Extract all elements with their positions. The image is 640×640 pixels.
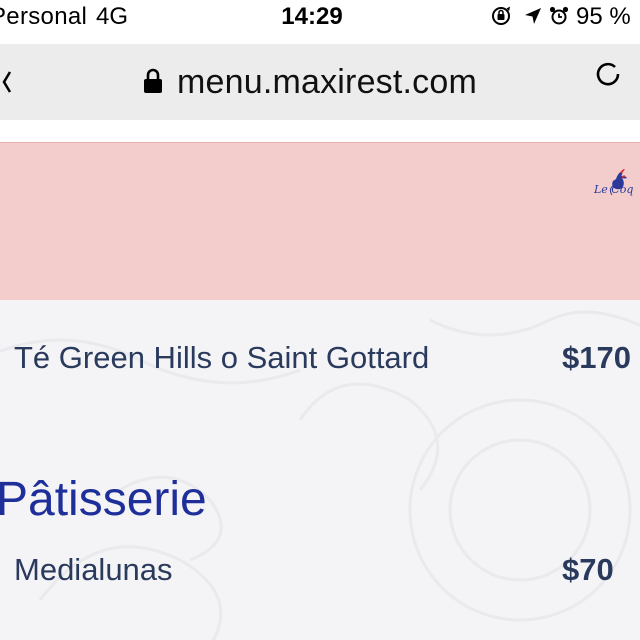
alarm-icon bbox=[549, 6, 569, 25]
menu-item-price: $70 bbox=[562, 552, 614, 587]
logo-lettering: Le Coq bbox=[593, 183, 633, 196]
section-title: Pâtisserie bbox=[0, 473, 207, 526]
status-bar: Personal 4G 14:29 95 % bbox=[0, 0, 640, 36]
lock-icon bbox=[143, 68, 162, 93]
address-bar[interactable]: menu.maxirest.com bbox=[0, 44, 640, 120]
menu-item-name: Té Green Hills o Saint Gottard bbox=[14, 340, 430, 375]
url-text[interactable]: menu.maxirest.com bbox=[177, 63, 477, 102]
browser-toolbar: menu.maxirest.com bbox=[0, 36, 640, 126]
address-content[interactable]: menu.maxirest.com bbox=[0, 44, 620, 120]
rotation-lock-icon bbox=[492, 6, 511, 25]
battery-percentage: 95 % bbox=[576, 3, 631, 30]
restaurant-banner: Le Coq bbox=[0, 142, 640, 300]
menu-content: Té Green Hills o Saint Gottard $170 Pâti… bbox=[0, 300, 640, 640]
reload-icon[interactable] bbox=[592, 58, 624, 90]
menu-item-name: Medialunas bbox=[14, 552, 173, 587]
page-top-strip bbox=[0, 126, 640, 142]
menu-item[interactable]: Medialunas $70 bbox=[14, 552, 640, 596]
location-arrow-icon bbox=[525, 8, 541, 24]
menu-item-price: $170 bbox=[562, 340, 631, 375]
menu-item[interactable]: Té Green Hills o Saint Gottard $170 bbox=[14, 340, 640, 384]
rooster-logo: Le Coq bbox=[593, 169, 633, 196]
